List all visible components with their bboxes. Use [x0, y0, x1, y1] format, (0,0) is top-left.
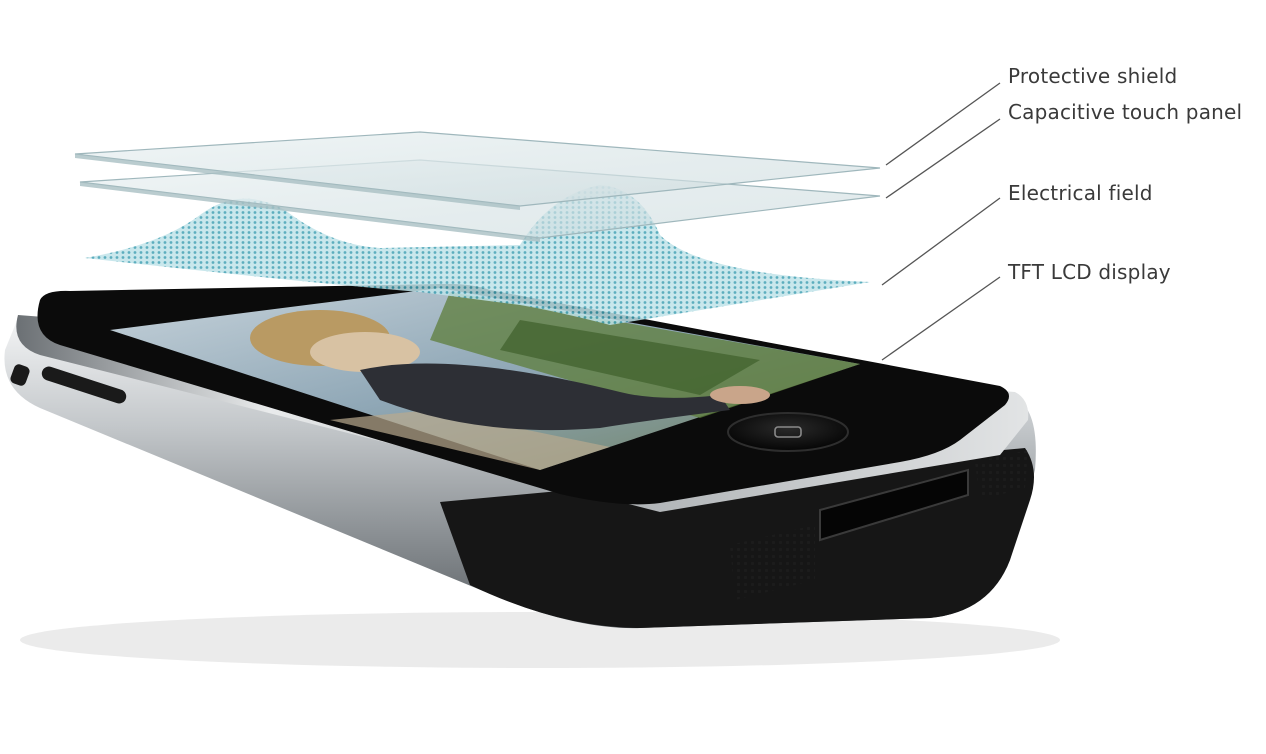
label-electrical-field: Electrical field — [1008, 181, 1153, 205]
leader-line-electrical — [881, 197, 1001, 286]
leader-line-protective — [885, 82, 1001, 166]
home-button — [727, 412, 849, 452]
person-hand — [710, 386, 770, 404]
phone-shadow — [20, 612, 1060, 668]
leader-line-capacitive — [885, 118, 1001, 199]
leader-line-tft — [881, 276, 1001, 361]
label-tft-lcd-display: TFT LCD display — [1008, 260, 1171, 284]
label-protective-shield: Protective shield — [1008, 64, 1178, 88]
label-capacitive-touch-panel: Capacitive touch panel — [1008, 100, 1243, 124]
diagram-canvas: Protective shield Capacitive touch panel… — [0, 0, 1266, 750]
iphone — [4, 283, 1036, 629]
